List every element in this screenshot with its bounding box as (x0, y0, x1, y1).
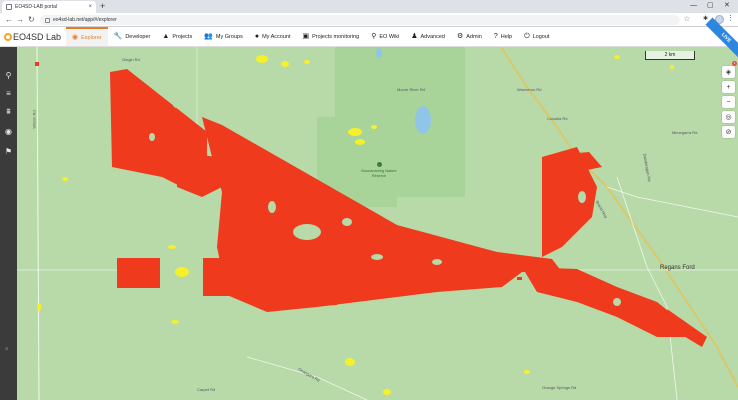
url-field[interactable]: eo4sd-lab.net/app/#/explorer (40, 15, 680, 25)
browser-menu-icon[interactable]: ⋮ (727, 14, 734, 22)
address-bar: ← → ↻ eo4sd-lab.net/app/#/explorer ☆ ✱ ⋮ (0, 13, 738, 27)
globe-icon: ◉ (72, 34, 79, 41)
nav-item-label: Developer (125, 33, 151, 40)
minimize-button[interactable]: — (690, 1, 697, 11)
pin-icon: ⚲ (371, 33, 377, 40)
nav-item-label: Projects (172, 33, 193, 40)
nav-item-explorer[interactable]: ◉ Explorer (66, 27, 108, 46)
logo-globe-icon (4, 32, 12, 41)
help-icon: ? (493, 33, 498, 40)
logo-text: EO4SD Lab (13, 31, 62, 42)
nav-item-label: Help (500, 33, 513, 40)
window-close-button[interactable]: ✕ (724, 1, 730, 11)
lake (415, 106, 431, 134)
nav-item-projects[interactable]: ▲ Projects (156, 27, 198, 46)
warning-triangle-icon: ▲ (162, 33, 170, 40)
road-label: Cowalla Rd (547, 116, 568, 121)
nav-item-label: My Groups (215, 33, 243, 40)
map-pin-icon[interactable] (377, 162, 382, 167)
nav-item-label: Admin (466, 33, 482, 40)
hide-icon[interactable]: ⊘ (722, 126, 735, 138)
url-text: eo4sd-lab.net/app/#/explorer (53, 17, 117, 23)
flag-icon[interactable]: ⚑ (2, 145, 15, 158)
google-mark: G (4, 347, 9, 351)
gear-icon: ⚙ (456, 33, 464, 40)
globe-icon[interactable]: ◎ (722, 111, 735, 123)
tab-close-icon[interactable]: × (88, 4, 92, 10)
nav-item-label: Projects monitoring (312, 33, 360, 40)
road-label: Orange Springs Rd (542, 385, 577, 390)
basemap-icon[interactable]: ◈ (722, 66, 735, 78)
nav-item-projects-monitoring[interactable]: ▣ Projects monitoring (297, 27, 366, 46)
nav-item-label: Logout (532, 33, 550, 40)
road-label: Carpet Rd (197, 387, 216, 392)
search-icon[interactable]: ⚲ (2, 69, 15, 82)
new-tab-button[interactable]: + (100, 1, 105, 12)
nav-item-my-account[interactable]: ● My Account (249, 27, 297, 46)
road (606, 186, 738, 218)
power-icon: ⏻ (524, 33, 530, 40)
nav-item-developer[interactable]: 🔧 Developer (108, 27, 157, 46)
road (616, 176, 678, 400)
road-label: Wanneroo Rd (517, 87, 542, 92)
map-canvas[interactable]: 2 km Boonanarring Nature Reserve Regans … (17, 47, 738, 400)
nav-item-label: Advanced (420, 33, 445, 40)
small-lake (376, 48, 382, 58)
forward-button[interactable]: → (16, 14, 24, 25)
back-button[interactable]: ← (5, 14, 13, 25)
monitor-icon: ▣ (302, 33, 310, 40)
browser-tabstrip: EO4SD-LAB portal × + — ▢ ✕ (0, 0, 738, 13)
zoom-in-icon[interactable]: + (722, 81, 735, 93)
account-icon: ● (254, 33, 260, 40)
eye-icon[interactable]: ◉ (2, 125, 15, 138)
nav-item-logout[interactable]: ⏻ Logout (518, 27, 555, 46)
nav-item-label: Explorer (81, 34, 102, 41)
nav-item-label: EO Wiki (379, 33, 400, 40)
road-label: Mimegarra Rd (672, 130, 698, 135)
tool-sidebar: G ⚲ ≡ ⩩ ◉ ⚑ (0, 47, 17, 400)
nav-item-advanced[interactable]: ♟ Advanced (405, 27, 451, 46)
browser-tab[interactable]: EO4SD-LAB portal × (2, 1, 96, 13)
notification-badge: 2 (732, 61, 737, 66)
road (36, 47, 40, 400)
town-label: Regans Ford (660, 265, 695, 271)
maximize-button[interactable]: ▢ (707, 1, 714, 11)
road-label: Gingin Rd (122, 57, 140, 62)
nav-item-admin[interactable]: ⚙ Admin (451, 27, 488, 46)
scale-bar: 2 km (645, 51, 695, 60)
zoom-out-icon[interactable]: − (722, 96, 735, 108)
app-navbar: EO4SD Lab ◉ Explorer 🔧 Developer ▲ Projects 👥 M… (0, 27, 738, 47)
lock-icon (45, 17, 50, 23)
data-icon[interactable]: ⩩ (2, 105, 15, 118)
eo4sd-logo[interactable]: EO4SD Lab (0, 27, 66, 46)
road-label: Moore River Rd (397, 87, 426, 92)
tab-title: EO4SD-LAB portal (15, 4, 57, 10)
bookmark-star-icon[interactable]: ☆ (684, 15, 690, 23)
map-svg (17, 47, 738, 400)
nav-item-label: My Account (262, 33, 291, 40)
layers-icon[interactable]: ≡ (2, 87, 15, 100)
nav-item-eo-wiki[interactable]: ⚲ EO Wiki (365, 27, 405, 46)
users-icon: 👥 (204, 33, 213, 40)
nav-item-my-groups[interactable]: 👥 My Groups (198, 27, 249, 46)
person-icon: ♟ (411, 33, 418, 40)
app-window: EO4SD-LAB portal × + — ▢ ✕ ← → ↻ eo4sd-l… (0, 0, 738, 400)
road-label: Wilson Rd (31, 110, 37, 129)
wrench-icon: 🔧 (113, 33, 123, 40)
nav-item-help[interactable]: ? Help (488, 27, 518, 46)
reserve-label: Boonanarring Nature Reserve (361, 169, 397, 178)
favicon-icon (6, 4, 12, 10)
reload-button[interactable]: ↻ (28, 14, 35, 25)
